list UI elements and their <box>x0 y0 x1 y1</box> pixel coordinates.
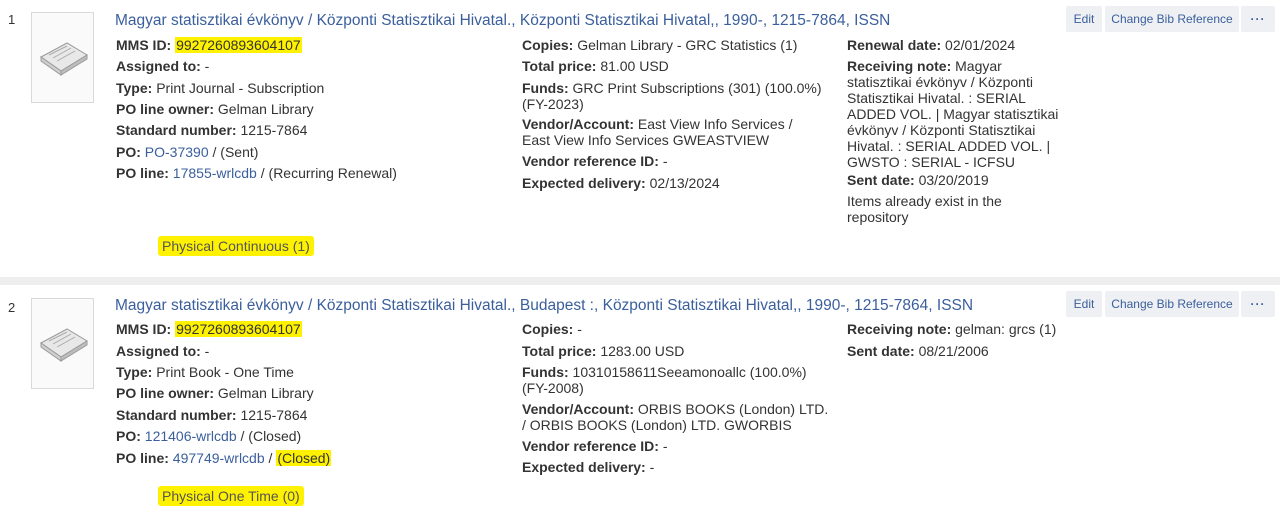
more-actions-button[interactable]: ··· <box>1241 6 1275 32</box>
type-field: Type: Print Book - One Time <box>116 364 294 380</box>
edit-button[interactable]: Edit <box>1066 6 1102 32</box>
po-line-field: PO line: 497749-wrlcdb / (Closed) <box>116 450 332 466</box>
po-link[interactable]: 121406-wrlcdb <box>145 428 237 444</box>
po-line-link[interactable]: 497749-wrlcdb <box>173 450 265 466</box>
mms-id-value: 9927260893604107 <box>175 321 302 337</box>
copies-field: Copies: - <box>522 321 582 337</box>
physical-one-time-link[interactable]: Physical One Time (0) <box>158 486 304 506</box>
renewal-date-field: Renewal date: 02/01/2024 <box>847 37 1016 53</box>
funds-field: Funds: 10310158611Seeamonoallc (100.0%)(… <box>522 364 807 396</box>
po-line-field: PO line: 17855-wrlcdb / (Recurring Renew… <box>116 165 397 181</box>
result-title-link[interactable]: Magyar statisztikai évkönyv / Központi S… <box>115 12 890 30</box>
receiving-note-field: Receiving note: gelman: grcs (1) <box>847 321 1057 337</box>
result-item: 1 Magyar statisztikai évkönyv / Központi… <box>0 0 1280 277</box>
more-actions-button[interactable]: ··· <box>1241 291 1275 317</box>
physical-continuous-link[interactable]: Physical Continuous (1) <box>158 236 314 256</box>
po-field: PO: PO-37390 / (Sent) <box>116 144 259 160</box>
funds-field: Funds: GRC Print Subscriptions (301) (10… <box>522 80 822 112</box>
edit-button[interactable]: Edit <box>1066 291 1102 317</box>
result-title-link[interactable]: Magyar statisztikai évkönyv / Központi S… <box>115 297 973 315</box>
po-line-owner-field: PO line owner: Gelman Library <box>116 101 314 117</box>
result-number: 1 <box>8 12 16 27</box>
vendor-account-field: Vendor/Account: ORBIS BOOKS (London) LTD… <box>522 401 829 433</box>
standard-number-field: Standard number: 1215-7864 <box>116 122 308 138</box>
expected-delivery-field: Expected delivery: 02/13/2024 <box>522 175 720 191</box>
sent-date-field: Sent date: 08/21/2006 <box>847 343 989 359</box>
po-link[interactable]: PO-37390 <box>145 144 209 160</box>
total-price-field: Total price: 81.00 USD <box>522 58 669 74</box>
total-price-field: Total price: 1283.00 USD <box>522 343 685 359</box>
vendor-account-field: Vendor/Account: East View Info Services … <box>522 116 793 148</box>
po-line-status: (Closed) <box>276 450 332 466</box>
result-divider <box>0 277 1280 285</box>
assigned-to-field: Assigned to: - <box>116 343 210 359</box>
vendor-reference-field: Vendor reference ID: - <box>522 438 668 454</box>
po-line-link[interactable]: 17855-wrlcdb <box>173 165 257 181</box>
journal-thumbnail-icon <box>31 12 94 103</box>
sent-date-field: Sent date: 03/20/2019 <box>847 172 989 188</box>
items-exist-note: Items already exist in the repository <box>847 193 1002 225</box>
standard-number-field: Standard number: 1215-7864 <box>116 407 308 423</box>
expected-delivery-field: Expected delivery: - <box>522 459 655 475</box>
mms-id-field: MMS ID: 9927260893604107 <box>116 321 302 337</box>
po-field: PO: 121406-wrlcdb / (Closed) <box>116 428 302 444</box>
result-number: 2 <box>8 300 16 315</box>
change-bib-reference-button[interactable]: Change Bib Reference <box>1105 291 1239 317</box>
book-thumbnail-icon <box>31 298 94 389</box>
vendor-reference-field: Vendor reference ID: - <box>522 153 668 169</box>
receiving-note-field: Receiving note: Magyar statisztikai évkön… <box>847 58 1059 170</box>
result-item: 2 Magyar statisztikai évkönyv / Központi… <box>0 285 1280 530</box>
mms-id-field: MMS ID: 9927260893604107 <box>116 37 302 53</box>
copies-field: Copies: Gelman Library - GRC Statistics … <box>522 37 798 53</box>
assigned-to-field: Assigned to: - <box>116 58 210 74</box>
change-bib-reference-button[interactable]: Change Bib Reference <box>1105 6 1239 32</box>
mms-id-value: 9927260893604107 <box>175 37 302 53</box>
po-line-owner-field: PO line owner: Gelman Library <box>116 385 314 401</box>
type-field: Type: Print Journal - Subscription <box>116 80 325 96</box>
